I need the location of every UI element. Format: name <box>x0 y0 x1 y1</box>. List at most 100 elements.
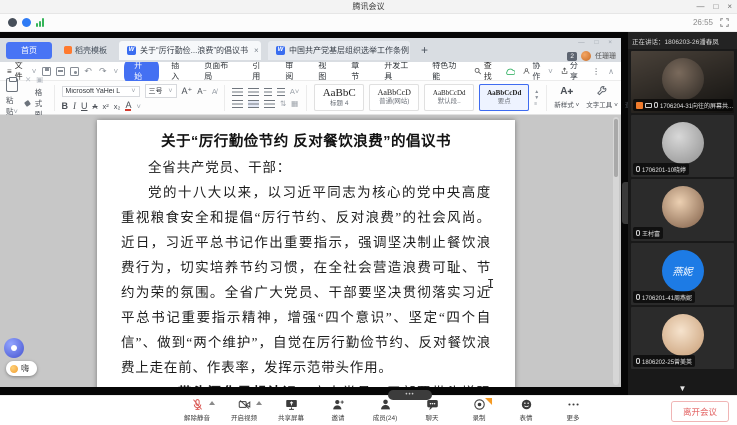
new-tab-button[interactable]: + <box>417 43 432 57</box>
tab-docer[interactable]: 稻壳模板 <box>59 42 112 59</box>
unmute-button[interactable]: 解除静音 <box>179 398 216 422</box>
start-video-button[interactable]: 开启视频 <box>226 398 263 422</box>
copy-icon[interactable]: ▣ <box>36 75 43 84</box>
text-tools-button[interactable]: 文字工具 ˅ <box>586 86 618 109</box>
mic-icon <box>654 102 658 108</box>
save-icon[interactable] <box>42 67 51 76</box>
share-screen-button[interactable]: 共享屏幕 <box>273 398 310 422</box>
members-button[interactable]: 成员(24) <box>367 398 404 422</box>
find-button[interactable]: 查找 <box>474 60 498 82</box>
audio-indicator-icon[interactable] <box>8 18 17 27</box>
participant-name-tag: 1706204-31向往的屏幕共... <box>633 99 733 111</box>
participant-name-tag: 1806202-25曾美英 <box>633 355 695 367</box>
wps-menubar: ≡文件˅ ↶ ↷ ˅ 开始 插入 页面布局 引用 审阅 视图 <box>0 62 621 81</box>
shrink-font-icon[interactable]: A⁻ <box>197 87 207 96</box>
paste-button[interactable]: 粘贴˅ <box>6 95 18 117</box>
members-icon <box>379 398 392 411</box>
video-options-chevron[interactable] <box>256 401 262 405</box>
redo-icon[interactable]: ↷ <box>99 66 109 77</box>
undo-icon[interactable]: ↶ <box>84 66 94 77</box>
decrease-indent-icon[interactable] <box>264 88 272 96</box>
minimize-button[interactable]: — <box>696 2 704 11</box>
font-name-select[interactable]: Microsoft YaHei L˅ <box>62 86 140 97</box>
strikethrough-icon[interactable]: A <box>93 102 98 111</box>
bullet-list-icon[interactable] <box>232 88 243 96</box>
assistant-hi-pill[interactable]: 嗨 <box>6 361 37 376</box>
tab-document-2[interactable]: W 中国共产党基层组织选举工作条例 <box>268 41 410 60</box>
invite-button[interactable]: 邀请 <box>320 398 357 422</box>
info-indicator-icon[interactable] <box>22 18 31 27</box>
distribute-icon[interactable]: A˅ <box>290 87 299 96</box>
floating-assistant-button[interactable] <box>4 338 24 358</box>
user-avatar[interactable] <box>581 51 591 61</box>
participant-avatar <box>662 314 704 356</box>
fullscreen-icon[interactable] <box>720 18 729 27</box>
new-style-icon: A✚ <box>560 86 573 97</box>
collapse-ribbon-icon[interactable]: ∧ <box>608 67 614 76</box>
print-preview-icon[interactable] <box>70 67 79 76</box>
maximize-button[interactable]: □ <box>713 2 718 11</box>
grow-font-icon[interactable]: A⁺ <box>182 86 193 97</box>
bold-button[interactable]: B <box>62 101 69 111</box>
participant-name-tag: 王村富 <box>633 227 663 239</box>
print-icon[interactable] <box>56 67 65 76</box>
share-button[interactable]: 分享 <box>561 60 584 82</box>
participant-tile[interactable]: 燕妮 1706201-41周燕妮 <box>631 243 734 305</box>
participant-tile[interactable]: 王村富 <box>631 179 734 241</box>
italic-button[interactable]: I <box>73 101 76 111</box>
text-cursor: I <box>487 277 494 291</box>
numbered-list-icon[interactable] <box>248 88 259 96</box>
subscript-icon[interactable]: x₂ <box>114 102 121 111</box>
tab-document-1[interactable]: W 关于“厉行勤俭...浪费”的倡议书 × <box>119 41 261 60</box>
wps-tabbar: 首页 稻壳模板 W 关于“厉行勤俭...浪费”的倡议书 × W 中国共产党基层组… <box>0 38 621 62</box>
style-default-para[interactable]: AaBbCcDd 默认段.. <box>424 84 474 111</box>
document-area[interactable]: 关于“厉行勤俭节约 反对餐饮浪费”的倡议书 全省共产党员、干部： 党的十八大以来… <box>0 115 621 387</box>
mic-options-chevron[interactable] <box>209 401 215 405</box>
participant-tile[interactable]: 1706201-10晓婷 <box>631 115 734 177</box>
align-left-icon[interactable] <box>232 100 243 108</box>
participant-tile[interactable]: 1706204-31向往的屏幕共... <box>631 51 734 113</box>
collaborate-button[interactable]: 协作˅ <box>523 60 552 82</box>
leave-meeting-button[interactable]: 离开会议 <box>671 401 729 422</box>
font-color-button[interactable]: A <box>125 101 131 111</box>
style-heading4[interactable]: AaBbC 标题 4 <box>314 84 364 111</box>
document-scrollbar[interactable] <box>613 117 619 385</box>
cut-icon[interactable]: ✕ <box>25 75 31 84</box>
justify-icon[interactable] <box>264 100 275 108</box>
paste-icon[interactable] <box>6 78 18 92</box>
notification-badge[interactable]: 2 <box>567 52 577 61</box>
superscript-icon[interactable]: x² <box>103 102 109 111</box>
person-icon <box>523 67 530 75</box>
inner-window-controls: — □ × <box>578 39 616 46</box>
wps-ribbon: 粘贴˅ ✕▣ 格式刷 Microsoft YaHei L˅ <box>0 81 621 115</box>
emoji-button[interactable]: 表情 <box>508 398 545 422</box>
cloud-sync-icon[interactable] <box>505 67 516 76</box>
style-keypoint[interactable]: AaBbCcDd 要点 <box>479 84 529 111</box>
tab-close-icon[interactable]: × <box>254 46 259 55</box>
style-gallery-scroll[interactable]: ▲▼≡ <box>534 89 539 107</box>
document-page[interactable]: 关于“厉行勤俭节约 反对餐饮浪费”的倡议书 全省共产党员、干部： 党的十八大以来… <box>97 120 515 387</box>
style-normal-web[interactable]: AaBbCcD 普通(网站) <box>369 84 419 111</box>
tab-home[interactable]: 首页 <box>6 42 52 59</box>
scroll-down-arrow[interactable]: ▼ <box>628 382 737 395</box>
line-spacing-icon[interactable]: ⇅ <box>280 99 286 108</box>
shading-icon[interactable]: ▦ <box>291 99 298 108</box>
increase-indent-icon[interactable] <box>277 88 285 96</box>
more-menu-icon[interactable]: ⋮ <box>592 67 600 76</box>
underline-button[interactable]: U <box>81 101 88 111</box>
new-style-button[interactable]: A✚ 新样式 ˅ <box>554 86 579 109</box>
more-button[interactable]: 更多 <box>555 398 592 422</box>
participant-tile[interactable]: 1806202-25曾美英 <box>631 307 734 369</box>
record-button[interactable]: 录制 <box>461 398 498 422</box>
chat-button[interactable]: 聊天 <box>414 398 451 422</box>
font-size-select[interactable]: 三号˅ <box>145 84 177 98</box>
close-button[interactable]: × <box>727 2 732 11</box>
participant-name-tag: 1706201-10晓婷 <box>633 163 689 175</box>
qat-more-icon[interactable]: ˅ <box>114 67 119 76</box>
align-center-icon[interactable] <box>248 100 259 108</box>
format-painter-icon[interactable] <box>24 100 31 107</box>
invite-icon <box>332 398 345 411</box>
meeting-bottom-toolbar: ••• 解除静音 开启视频 <box>0 395 737 425</box>
sidebar-collapse-handle[interactable] <box>622 182 628 224</box>
clear-format-icon[interactable]: A̸ <box>212 87 217 96</box>
